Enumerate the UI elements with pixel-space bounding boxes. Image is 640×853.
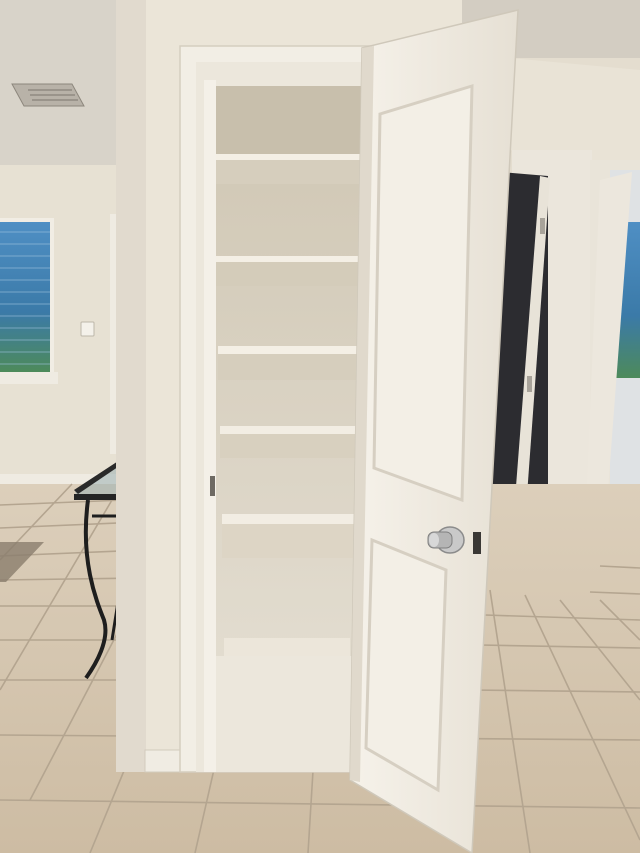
hinge-icon xyxy=(473,532,481,554)
door-lower-panel xyxy=(364,537,448,793)
closet-top-shadow xyxy=(212,86,372,156)
air-vent-icon xyxy=(11,83,85,107)
closet-floor-baseboard xyxy=(224,638,350,656)
window-left xyxy=(0,218,58,384)
shelf-2 xyxy=(216,256,362,286)
hinge-icon xyxy=(527,376,532,392)
door-strike-icon xyxy=(210,476,215,496)
closet-wall-shadow xyxy=(116,0,146,772)
scene xyxy=(0,0,640,853)
closet-left-jamb xyxy=(204,80,216,772)
light-switch-icon xyxy=(80,321,95,337)
hinge-icon xyxy=(540,218,545,234)
ceiling-left xyxy=(0,0,122,165)
shelf-5 xyxy=(222,514,356,558)
shelf-3 xyxy=(218,346,360,380)
door-upper-panel xyxy=(372,83,474,503)
shelf-4 xyxy=(220,426,358,458)
shelf-1 xyxy=(216,154,364,184)
